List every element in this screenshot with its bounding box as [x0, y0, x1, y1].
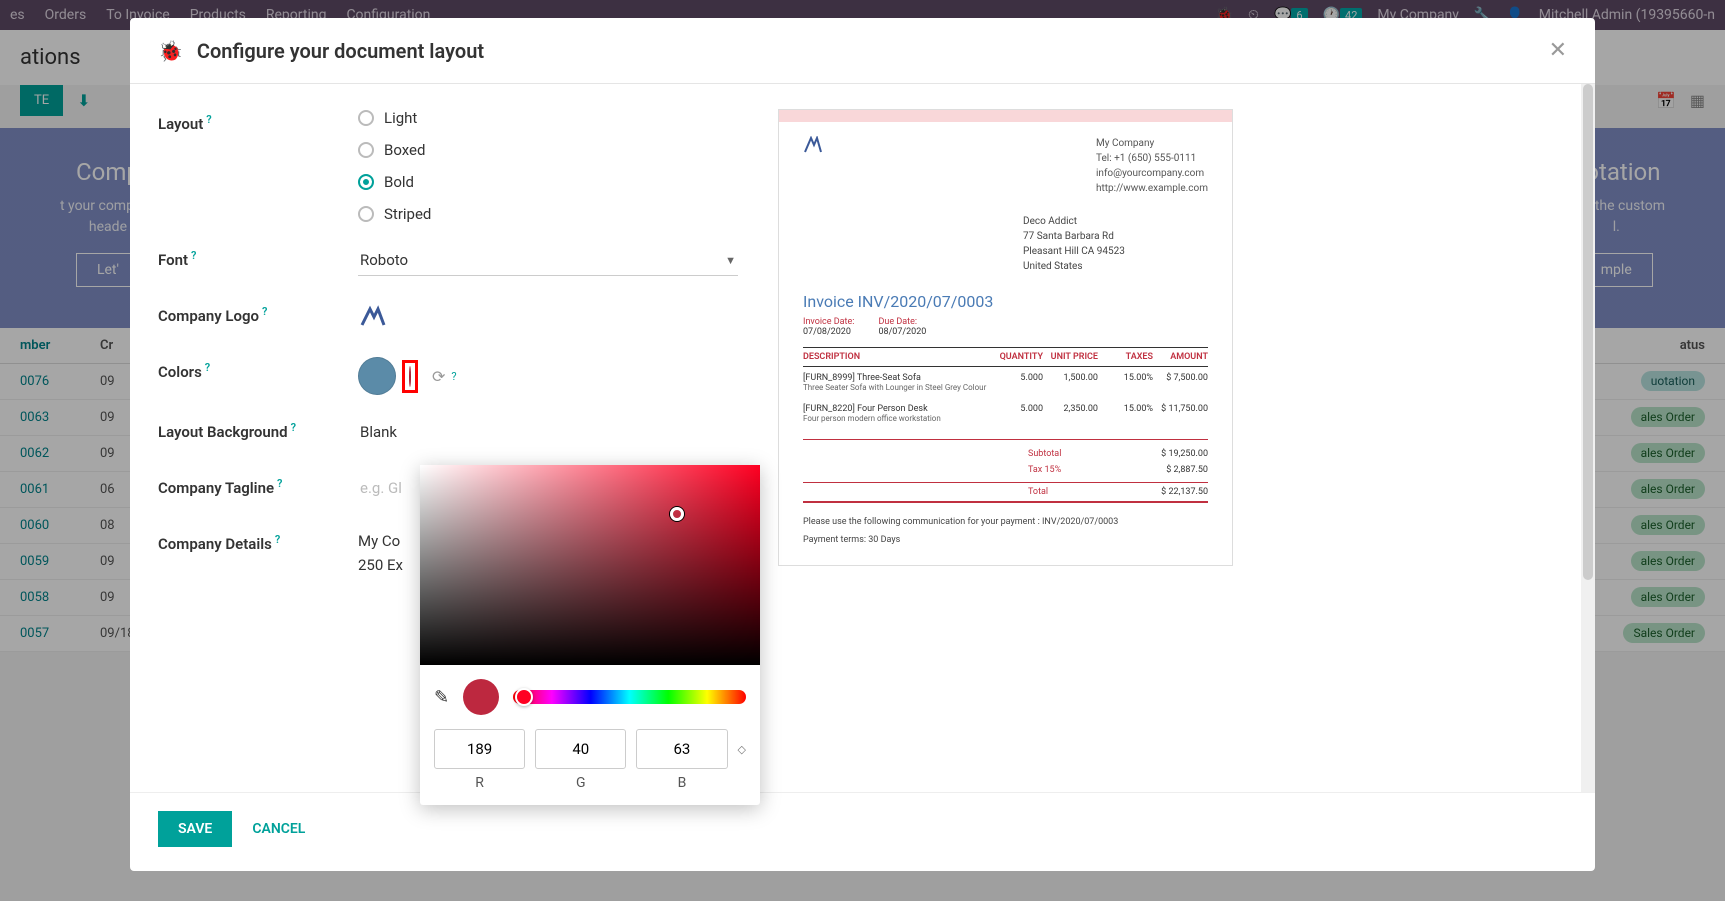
preview-column: My Company Tel: +1 (650) 555-0111 info@y…: [778, 109, 1567, 792]
colors-label: Colors?: [158, 357, 358, 381]
preview-invoice-title: Invoice INV/2020/07/0003: [779, 292, 1232, 311]
save-button[interactable]: SAVE: [158, 811, 232, 847]
picker-cursor[interactable]: [670, 507, 684, 521]
preview-terms: Payment terms: 30 Days: [779, 535, 1232, 565]
company-logo-icon[interactable]: [358, 305, 386, 329]
preview-dates: Invoice Date:07/08/2020 Due Date:08/07/2…: [779, 317, 1232, 343]
invoice-preview: My Company Tel: +1 (650) 555-0111 info@y…: [778, 109, 1233, 566]
b-label: B: [636, 775, 727, 791]
font-label: Font?: [158, 245, 358, 269]
layout-radios: Light Boxed Bold Striped: [358, 109, 738, 223]
help-icon[interactable]: ?: [191, 249, 196, 262]
color-picker: ✎ R G B ◇: [420, 465, 760, 805]
picker-saturation-area[interactable]: [420, 465, 760, 665]
scrollbar[interactable]: [1581, 84, 1595, 792]
help-icon[interactable]: ?: [451, 370, 456, 383]
font-select[interactable]: Roboto ▼: [358, 245, 738, 276]
help-icon[interactable]: ?: [262, 305, 267, 318]
modal-header: 🐞 Configure your document layout ✕: [130, 18, 1595, 84]
document-layout-modal: 🐞 Configure your document layout ✕ Layou…: [130, 18, 1595, 871]
radio-light[interactable]: Light: [358, 109, 738, 127]
preview-totals: Subtotal$ 19,250.00 Tax 15%$ 2,887.50 To…: [803, 439, 1208, 503]
bug-icon: 🐞: [158, 39, 183, 63]
close-button[interactable]: ✕: [1549, 38, 1567, 63]
help-icon[interactable]: ?: [206, 113, 211, 126]
preview-line: [FURN_8999] Three-Seat SofaThree Seater …: [803, 367, 1208, 398]
modal-body: Layout? Light Boxed Bold Striped Font? R…: [130, 84, 1595, 792]
preview-company: My Company Tel: +1 (650) 555-0111 info@y…: [1096, 136, 1208, 196]
help-icon[interactable]: ?: [291, 421, 296, 434]
b-input[interactable]: [636, 729, 727, 769]
cancel-button[interactable]: CANCEL: [252, 821, 305, 837]
preview-logo-icon: [803, 136, 823, 154]
radio-bold[interactable]: Bold: [358, 173, 738, 191]
r-label: R: [434, 775, 525, 791]
radio-striped[interactable]: Striped: [358, 205, 738, 223]
hue-slider[interactable]: [513, 690, 746, 704]
background-label: Layout Background?: [158, 417, 358, 441]
format-toggle-icon[interactable]: ◇: [738, 729, 746, 756]
g-label: G: [535, 775, 626, 791]
scrollbar-thumb[interactable]: [1583, 84, 1593, 580]
font-value: Roboto: [360, 251, 408, 269]
preview-note: Please use the following communication f…: [779, 503, 1232, 535]
help-icon[interactable]: ?: [205, 361, 210, 374]
refresh-icon[interactable]: ⟳: [432, 367, 445, 386]
eyedropper-icon[interactable]: ✎: [434, 687, 449, 708]
background-select[interactable]: Blank: [358, 417, 418, 447]
tagline-input[interactable]: [358, 473, 418, 503]
color-secondary-swatch-selected[interactable]: [402, 360, 418, 393]
background-value: Blank: [360, 423, 397, 441]
preview-address: Deco Addict 77 Santa Barbara Rd Pleasant…: [999, 206, 1232, 292]
preview-line: [FURN_8220] Four Person DeskFour person …: [803, 398, 1208, 429]
color-primary-swatch[interactable]: [358, 357, 396, 395]
g-input[interactable]: [535, 729, 626, 769]
help-icon[interactable]: ?: [275, 533, 280, 546]
hue-handle[interactable]: [515, 688, 533, 706]
radio-boxed[interactable]: Boxed: [358, 141, 738, 159]
layout-label: Layout?: [158, 109, 358, 133]
modal-footer: SAVE CANCEL: [130, 792, 1595, 871]
preview-table: DESCRIPTION QUANTITY UNIT PRICE TAXES AM…: [803, 347, 1208, 429]
tagline-label: Company Tagline?: [158, 473, 358, 497]
chevron-down-icon: ▼: [725, 254, 736, 267]
r-input[interactable]: [434, 729, 525, 769]
help-icon[interactable]: ?: [277, 477, 282, 490]
modal-title: Configure your document layout: [197, 39, 484, 63]
picker-preview-swatch: [463, 679, 499, 715]
logo-label: Company Logo?: [158, 301, 358, 325]
details-label: Company Details?: [158, 529, 358, 553]
